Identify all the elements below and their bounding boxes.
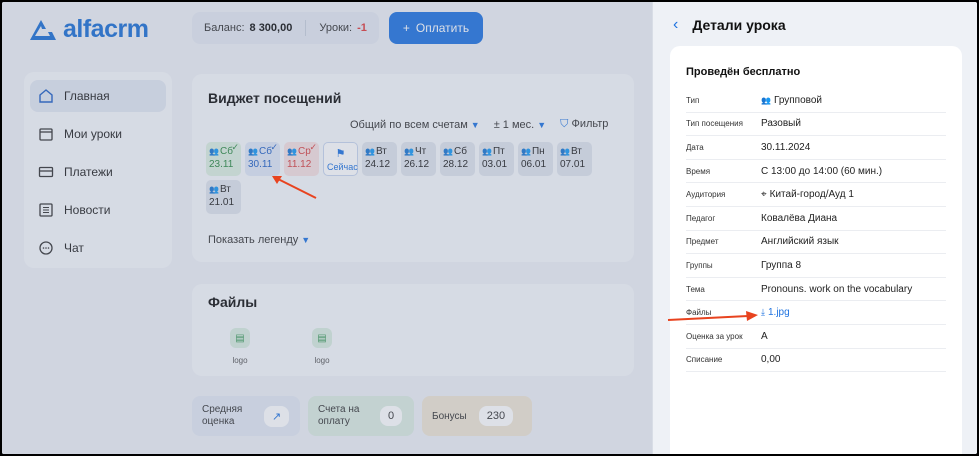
detail-value: 0,00 xyxy=(761,354,780,365)
detail-value-text: Pronouns. work on the vocabulary xyxy=(761,283,913,295)
detail-row: Списание 0,00 xyxy=(686,349,946,373)
detail-row: Тип 👥 Групповой xyxy=(686,89,946,113)
detail-row: Файлы ⤓ 1.jpg xyxy=(686,301,946,325)
detail-key: Группы xyxy=(686,260,713,270)
detail-key: Предмет xyxy=(686,237,719,247)
detail-value-text: С 13:00 до 14:00 (60 мин.) xyxy=(761,165,883,177)
screen: alfacrm Баланс: 8 300,00 Уроки: -1 + Опл… xyxy=(2,2,977,454)
detail-row: Тема Pronouns. work on the vocabulary xyxy=(686,278,946,302)
detail-value-text: Китай-город/Ауд 1 xyxy=(769,189,854,201)
main-app: alfacrm Баланс: 8 300,00 Уроки: -1 + Опл… xyxy=(2,2,652,454)
detail-value-text: Разовый xyxy=(761,118,801,130)
detail-row: Аудитория ⌖ Китай-город/Ауд 1 xyxy=(686,183,946,207)
detail-value: Английский язык xyxy=(761,236,839,247)
detail-row: Педагог Ковалёва Диана xyxy=(686,207,946,231)
detail-value: С 13:00 до 14:00 (60 мин.) xyxy=(761,166,882,177)
detail-value: 👥 Групповой xyxy=(761,95,822,106)
detail-value: Pronouns. work on the vocabulary xyxy=(761,284,912,295)
back-chevron-icon[interactable]: ‹ xyxy=(673,16,678,34)
file-link[interactable]: ⤓ 1.jpg xyxy=(761,307,790,318)
detail-key: Время xyxy=(686,166,711,176)
detail-key: Педагог xyxy=(686,213,716,223)
detail-row: Группы Группа 8 xyxy=(686,254,946,278)
modal-overlay[interactable] xyxy=(2,2,652,454)
detail-key: Дата xyxy=(686,142,704,152)
detail-value: ⌖ Китай-город/Ауд 1 xyxy=(761,189,854,200)
lesson-details-panel: ‹ Детали урока Проведён бесплатно Тип 👥 Гр… xyxy=(652,2,977,454)
detail-value: Ковалёва Диана xyxy=(761,213,837,224)
detail-key: Списание xyxy=(686,355,723,365)
detail-value-text: Группа 8 xyxy=(761,259,802,271)
detail-row: Оценка за урок A xyxy=(686,325,946,349)
detail-value-text: Ковалёва Диана xyxy=(761,212,838,224)
detail-value: 30.11.2024 xyxy=(761,142,810,153)
location-pin-icon: ⌖ xyxy=(761,189,767,201)
detail-row: Дата 30.11.2024 xyxy=(686,136,946,160)
detail-row: Тип посещения Разовый xyxy=(686,113,946,137)
download-icon: ⤓ xyxy=(761,307,765,318)
detail-key: Тип xyxy=(686,95,700,105)
detail-key: Тема xyxy=(686,284,705,294)
group-icon: 👥 xyxy=(761,95,771,105)
detail-value: Разовый xyxy=(761,118,801,129)
detail-value-text: 1.jpg xyxy=(767,307,790,319)
detail-key: Тип посещения xyxy=(686,119,743,129)
detail-value-text: A xyxy=(761,330,768,342)
detail-value: Группа 8 xyxy=(761,260,801,271)
details-card: Проведён бесплатно Тип 👥 Групповой Тип посе… xyxy=(670,46,962,454)
detail-value: A xyxy=(761,331,768,342)
panel-header: ‹ Детали урока xyxy=(673,16,786,34)
detail-value-text: 30.11.2024 xyxy=(761,141,811,153)
detail-value-text: 0,00 xyxy=(761,354,781,366)
detail-key: Аудитория xyxy=(686,190,726,200)
detail-key: Оценка за урок xyxy=(686,331,743,341)
detail-row: Предмет Английский язык xyxy=(686,231,946,255)
detail-value-text: Групповой xyxy=(773,94,823,106)
details-list: Тип 👥 Групповой Тип посещения Разовый Дата 30.… xyxy=(686,89,946,373)
detail-row: Время С 13:00 до 14:00 (60 мин.) xyxy=(686,160,946,184)
detail-key: Файлы xyxy=(686,308,712,318)
panel-title: Детали урока xyxy=(692,17,786,33)
lesson-status: Проведён бесплатно xyxy=(686,66,801,78)
detail-value-text: Английский язык xyxy=(761,236,839,248)
